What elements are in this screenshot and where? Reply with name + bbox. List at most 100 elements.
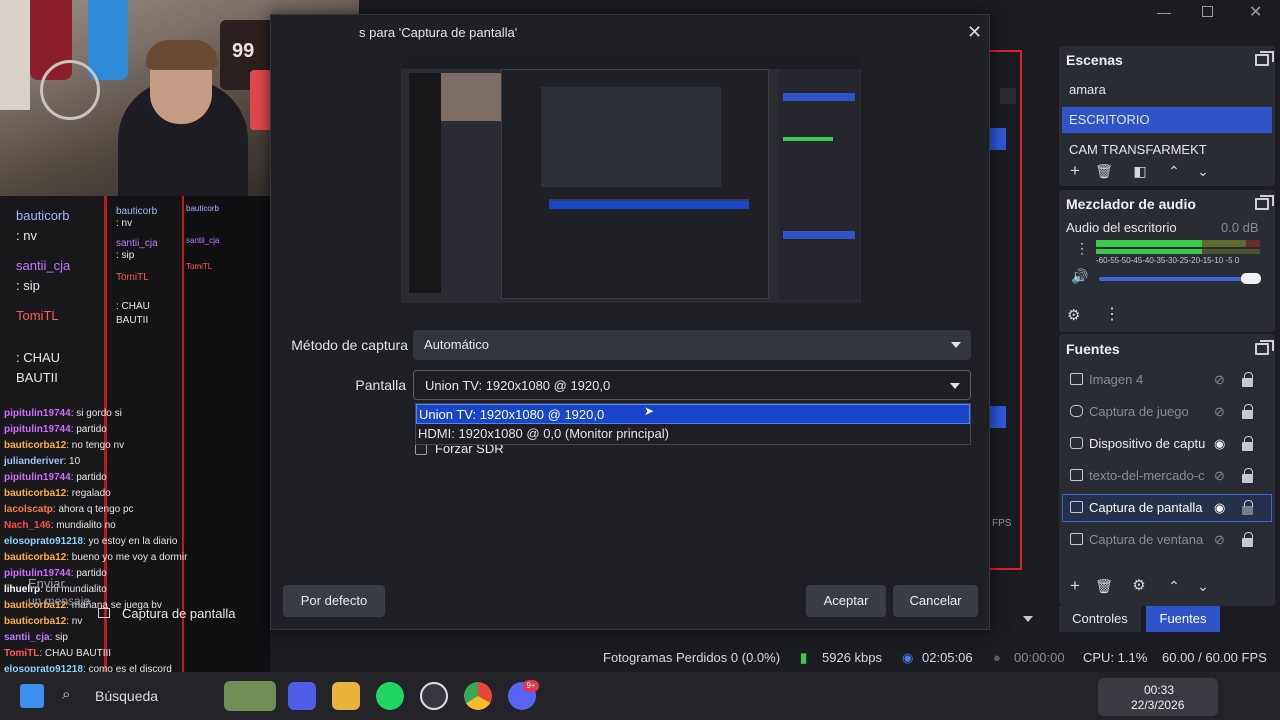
dropdown-arrow-icon[interactable]: [1023, 616, 1033, 622]
chat-username: bauticorb: [16, 208, 70, 223]
volume-slider-handle[interactable]: [1241, 273, 1261, 284]
chat-line: santii_cja: sip: [4, 632, 68, 643]
source-item[interactable]: Captura de ventana ⊘: [1062, 526, 1272, 554]
chat-line: bauticorba12: no tengo nv: [4, 440, 125, 451]
lock-icon[interactable]: [1242, 436, 1253, 451]
source-label: Dispositivo de captu: [1089, 436, 1206, 451]
nested-capture-2: [182, 196, 270, 720]
folder-icon[interactable]: [332, 682, 360, 710]
source-item-selected[interactable]: Captura de pantalla ◉: [1062, 494, 1272, 522]
dialog-title: s para 'Captura de pantalla': [359, 25, 518, 40]
weather-widget-icon[interactable]: [224, 681, 276, 711]
capture-method-value: Automático: [424, 337, 490, 352]
volume-slider-track[interactable]: [1099, 277, 1249, 281]
monitor-icon: [98, 608, 110, 618]
preview-taskbar: [401, 303, 861, 317]
lock-icon[interactable]: [1242, 372, 1253, 387]
meter-bar-yellow: [1202, 240, 1246, 247]
image-icon: [1070, 373, 1083, 385]
chrome-icon[interactable]: [464, 682, 492, 710]
defaults-button[interactable]: Por defecto: [283, 585, 385, 617]
bitrate: 5926 kbps: [822, 650, 882, 665]
move-up-icon[interactable]: ⌃: [1163, 160, 1185, 182]
obs-icon[interactable]: [420, 682, 448, 710]
capture-label: Captura de pantalla: [122, 606, 236, 621]
chat-input-placeholder[interactable]: un mensaje: [28, 594, 90, 608]
source-item[interactable]: texto-del-mercado-c ⊘: [1062, 462, 1272, 490]
eye-icon[interactable]: ◉: [1214, 500, 1225, 516]
eye-hidden-icon[interactable]: ⊘: [1214, 372, 1225, 388]
nested-chat-user: bauticorb: [186, 204, 219, 213]
dropdown-option-union-tv[interactable]: Union TV: 1920x1080 @ 1920,0: [416, 404, 970, 424]
source-label: texto-del-mercado-c: [1089, 468, 1205, 483]
close-icon[interactable]: ✕: [967, 22, 982, 43]
eye-icon[interactable]: ◉: [1214, 436, 1225, 452]
meter-bar-red: [1246, 240, 1260, 247]
speaker-icon[interactable]: 🔊: [1071, 268, 1088, 285]
accept-button[interactable]: Aceptar: [806, 585, 886, 617]
chat-username: TomiTL: [16, 308, 59, 323]
chat-line: bauticorba12: regalado: [4, 488, 111, 499]
preview-selected-fragment: [990, 128, 1006, 150]
eye-hidden-icon[interactable]: ⊘: [1214, 404, 1225, 420]
monitor-icon: [1070, 501, 1083, 513]
chat-line: TomiTL: CHAU BAUTIII: [4, 648, 112, 659]
mixer-title: Mezclador de audio: [1066, 196, 1196, 212]
move-up-icon[interactable]: ⌃: [1163, 575, 1185, 597]
sources-title: Fuentes: [1066, 341, 1120, 357]
add-source-icon[interactable]: +: [1064, 575, 1086, 597]
move-down-icon[interactable]: ⌄: [1192, 575, 1214, 597]
mixer-more-icon[interactable]: ⋮: [1104, 304, 1120, 324]
eye-hidden-icon[interactable]: ⊘: [1214, 468, 1225, 484]
popout-icon[interactable]: [1255, 340, 1274, 355]
dropdown-option-hdmi[interactable]: HDMI: 1920x1080 @ 0,0 (Monitor principal…: [416, 424, 970, 444]
trash-icon[interactable]: 🗑: [1093, 160, 1115, 182]
chat-send-button[interactable]: Enviar: [28, 576, 65, 591]
close-window-icon[interactable]: ✕: [1249, 2, 1262, 22]
tab-controls[interactable]: Controles: [1059, 606, 1141, 632]
add-scene-icon[interactable]: +: [1064, 160, 1086, 182]
search-icon[interactable]: ⌕: [62, 686, 70, 703]
popout-icon[interactable]: [1255, 195, 1274, 210]
preview-selected-fragment-2: [990, 406, 1006, 428]
lock-icon[interactable]: [1242, 404, 1253, 419]
preview-source-sel: [783, 231, 855, 239]
source-item[interactable]: Imagen 4 ⊘: [1062, 366, 1272, 394]
source-item[interactable]: Dispositivo de captu ◉: [1062, 430, 1272, 458]
lock-icon[interactable]: [1242, 468, 1253, 483]
scene-item-escritorio[interactable]: ESCRITORIO: [1062, 107, 1272, 133]
taskbar-search-input[interactable]: Búsqueda: [95, 688, 158, 704]
chat-line: pipitulin19744: si gordo si: [4, 408, 122, 419]
windows-start-icon[interactable]: [20, 684, 44, 708]
spotify-icon[interactable]: [376, 682, 404, 710]
preview-scene-sel: [783, 93, 855, 101]
taskbar: [0, 672, 1280, 720]
mixer-settings-icon[interactable]: ⚙: [1067, 306, 1080, 324]
move-down-icon[interactable]: ⌄: [1192, 160, 1214, 182]
source-settings-icon[interactable]: ⚙: [1128, 575, 1150, 597]
nested-chat-msg: : CHAU BAUTII: [116, 301, 150, 326]
minimize-icon[interactable]: —: [1157, 4, 1171, 20]
audio-mixer-dock: Mezclador de audio Audio del escritorio …: [1059, 190, 1275, 332]
stream-icon: ◉: [902, 650, 914, 665]
nested-chat-msg: : sip: [116, 250, 135, 261]
file-explorer-icon[interactable]: [288, 682, 316, 710]
lock-icon[interactable]: [1242, 500, 1253, 515]
source-label: Captura de ventana: [1089, 532, 1204, 547]
popout-icon[interactable]: [1255, 51, 1274, 66]
cancel-button[interactable]: Cancelar: [893, 585, 978, 617]
trash-icon[interactable]: 🗑: [1093, 575, 1115, 597]
screen-select[interactable]: Union TV: 1920x1080 @ 1920,0: [413, 370, 971, 400]
maximize-icon[interactable]: [1202, 6, 1213, 17]
screen-label: Pantalla: [355, 377, 406, 393]
mixer-menu-icon[interactable]: ⋮: [1075, 240, 1089, 257]
eye-hidden-icon[interactable]: ⊘: [1214, 532, 1225, 548]
chevron-down-icon: [951, 342, 961, 348]
tab-sources[interactable]: Fuentes: [1146, 606, 1220, 632]
nested-chat-user: TomiTL: [186, 262, 213, 271]
scene-filter-icon[interactable]: ◧: [1129, 160, 1151, 182]
source-item[interactable]: Captura de juego ⊘: [1062, 398, 1272, 426]
capture-method-select[interactable]: Automático: [413, 330, 971, 360]
lock-icon[interactable]: [1242, 532, 1253, 547]
scene-item-amara[interactable]: amara: [1062, 77, 1272, 103]
